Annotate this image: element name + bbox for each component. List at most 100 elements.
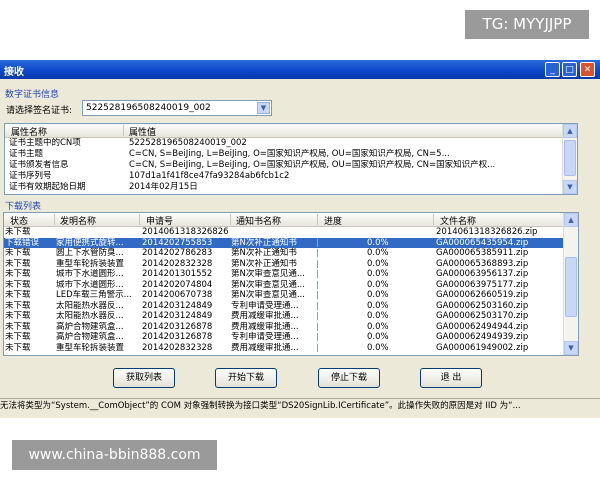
- scroll-thumb[interactable]: [564, 140, 576, 176]
- cert-info-header: 属性名称 属性值: [5, 124, 565, 138]
- cell-invention-name: 高炉合物建筑盒...: [56, 332, 124, 342]
- cert-attr-name: 证书有效期起始日期: [9, 182, 86, 192]
- table-row[interactable]: 未下载 城市下水道圆形... 2014201301552 第N次审查意见通... 0.0…: [4, 269, 566, 279]
- exit-button[interactable]: 退 出: [420, 368, 482, 388]
- column-header[interactable]: 文件名称: [440, 214, 476, 227]
- scroll-down-icon[interactable]: ▼: [564, 341, 578, 355]
- table-row[interactable]: 未下载 城市下水道圆形... 2014202074804 第N次审查意见通... 0.0…: [4, 280, 566, 290]
- chevron-down-icon[interactable]: ▼: [257, 102, 270, 114]
- close-button[interactable]: ✕: [580, 62, 595, 77]
- cell-notice-name: 第N次补正通知书: [231, 258, 297, 269]
- cell-progress: 0.0%: [367, 332, 389, 342]
- cert-attr-name: 证书序列号: [9, 171, 52, 181]
- cell-application-no: 2014202832328: [142, 258, 213, 269]
- cell-progress: 0.0%: [367, 342, 389, 353]
- cell-application-no: 2014203126878: [142, 321, 213, 332]
- table-row[interactable]: 未下载 高炉合物建筑盒... 2014203126878 专利申请受理通... 0.0%…: [4, 332, 566, 342]
- cert-info-list[interactable]: 属性名称 属性值 证书主题中的CN项 522528196508240019_002…: [4, 123, 578, 195]
- table-row[interactable]: 证书有效期起始日期 2014年02月15日: [5, 182, 565, 192]
- table-row[interactable]: 未下载 太阳能热水器反... 2014203124849 专利申请受理通... 0.0%…: [4, 301, 566, 311]
- cell-application-no: 2014202832328: [142, 342, 213, 353]
- column-header[interactable]: 申请号: [146, 214, 173, 227]
- cell-application-no: 2014203124849: [142, 311, 213, 321]
- cell-file-name: GA000065368893.zip: [436, 258, 529, 269]
- cell-status: 未下载: [5, 332, 31, 342]
- cell-notice-name: 费用减缓审批通...: [231, 342, 299, 353]
- scroll-thumb[interactable]: [565, 257, 577, 317]
- cell-file-name: GA000065385911.zip: [436, 248, 529, 258]
- cell-invention-name: 高炉合物建筑盒...: [56, 321, 124, 332]
- cell-progress: 0.0%: [367, 258, 389, 269]
- cert-attr-name: 证书主题: [9, 149, 44, 159]
- cell-progress: 0.0%: [367, 269, 389, 279]
- cell-status: 未下载: [5, 227, 31, 237]
- column-header[interactable]: 进度: [324, 214, 342, 227]
- cell-application-no: 2014202755853: [142, 237, 213, 248]
- table-row[interactable]: 未下载 高炉合物建筑盒... 2014203126878 费用减缓审批通... 0.0%…: [4, 322, 566, 332]
- cell-file-name: GA000061949002.zip: [436, 342, 529, 353]
- cert-select[interactable]: 522528196508240019_002 ▼: [82, 100, 272, 116]
- cell-notice-name: 专利申请受理通...: [231, 300, 299, 311]
- watermark-top: TG: MYYJJPP: [465, 10, 589, 39]
- stop-download-button[interactable]: 停止下载: [318, 368, 380, 388]
- download-list-header: 状态 发明名称 申请号 通知书名称 进度 文件名称: [4, 213, 566, 227]
- maximize-button[interactable]: □: [562, 62, 577, 77]
- scroll-up-icon[interactable]: ▲: [564, 213, 578, 227]
- cell-status: 未下载: [5, 279, 31, 290]
- table-row[interactable]: 未下载 圆上下水管防臭... 2014202786283 第N次补正通知书 0.0% GA…: [4, 248, 566, 258]
- column-header[interactable]: 通知书名称: [236, 214, 281, 227]
- cell-notice-name: 第N次审查意见通...: [231, 290, 305, 300]
- cell-status: 未下载: [5, 248, 31, 258]
- column-header[interactable]: 状态: [10, 214, 28, 227]
- table-row[interactable]: 未下载 LED车载三角警示... 2014200670738 第N次审查意见通... 0…: [4, 290, 566, 300]
- scroll-down-icon[interactable]: ▼: [563, 180, 577, 194]
- cell-invention-name: 圆上下水管防臭...: [56, 248, 124, 258]
- table-row[interactable]: 证书颁发者信息 C=CN, S=BeiJing, L=BeiJing, O=国家知…: [5, 160, 565, 170]
- cell-application-no: 2014202786283: [142, 248, 213, 258]
- cell-file-name: GA000062503170.zip: [436, 311, 529, 321]
- minimize-button[interactable]: _: [545, 62, 560, 77]
- cert-section-title: 数字证书信息: [5, 90, 60, 100]
- cell-progress: 0.0%: [367, 311, 389, 321]
- cell-status: 未下载: [5, 290, 31, 300]
- cell-status: 未下载: [5, 321, 31, 332]
- cell-notice-name: 费用减缓审批通...: [231, 321, 299, 332]
- cert-attr-value: 2014年02月15日: [129, 182, 198, 192]
- scroll-up-icon[interactable]: ▲: [563, 124, 577, 138]
- cert-attr-value: 522528196508240019_002: [129, 138, 247, 148]
- column-header[interactable]: 属性名称: [11, 125, 47, 138]
- table-row[interactable]: 证书序列号 107d1a1f41f8ce47fa93284ab6fcb1c2: [5, 171, 565, 181]
- column-header[interactable]: 属性值: [129, 125, 156, 138]
- cell-file-name: GA000065435954.zip: [436, 237, 529, 248]
- cell-invention-name: 城市下水道圆形...: [56, 269, 124, 279]
- cell-notice-name: 第N次补正通知书: [231, 248, 297, 258]
- table-row[interactable]: 未下载 太阳能热水器反... 2014203124849 费用减缓审批通... 0.0%…: [4, 311, 566, 321]
- cell-status: 未下载: [5, 342, 31, 353]
- cell-progress: 0.0%: [367, 290, 389, 300]
- download-list-scrollbar[interactable]: ▲ ▼: [563, 213, 578, 355]
- cell-invention-name: 城市下水道圆形...: [56, 279, 124, 290]
- table-row[interactable]: 未下载 重型车轮拆装装置 2014202832328 费用减缓审批通... 0.0% GA…: [4, 343, 566, 353]
- cert-attr-name: 证书颁发者信息: [9, 160, 69, 170]
- table-row[interactable]: 未下载 重型车轮拆装装置 2014202832328 第N次补正通知书 0.0% GA00…: [4, 259, 566, 269]
- receive-window: 接收 _ □ ✕ 数字证书信息 请选择签名证书: 522528196508240…: [0, 60, 600, 418]
- cell-application-no: 2014200670738: [142, 290, 213, 300]
- cell-invention-name: 太阳能热水器反...: [56, 311, 124, 321]
- table-row[interactable]: 证书主题 C=CN, S=BeiJing, L=BeiJing, O=国家知识产权…: [5, 149, 565, 159]
- cert-info-scrollbar[interactable]: ▲ ▼: [562, 124, 577, 194]
- cell-notice-name: 专利申请受理通...: [231, 332, 299, 342]
- cell-application-no: 2014202074804: [142, 279, 213, 290]
- cell-notice-name: 第N次审查意见通...: [231, 269, 305, 279]
- table-row[interactable]: 下载错误 家用便携式旋转... 2014202755853 第N次补正通知书 0.0% G…: [4, 237, 566, 248]
- start-download-button[interactable]: 开始下载: [215, 368, 277, 388]
- cell-status: 未下载: [5, 258, 31, 269]
- download-list[interactable]: 状态 发明名称 申请号 通知书名称 进度 文件名称 未下载 20140613183…: [3, 212, 579, 356]
- fetch-list-button[interactable]: 获取列表: [113, 368, 175, 388]
- cert-select-value: 522528196508240019_002: [86, 103, 211, 113]
- cell-progress: 0.0%: [367, 248, 389, 258]
- cell-status: 未下载: [5, 269, 31, 279]
- table-row[interactable]: 证书主题中的CN项 522528196508240019_002: [5, 138, 565, 148]
- table-row[interactable]: 未下载 2014061318326826 2014061318326826.zip: [4, 227, 566, 237]
- cell-invention-name: 家用便携式旋转...: [56, 237, 124, 248]
- column-header[interactable]: 发明名称: [60, 214, 96, 227]
